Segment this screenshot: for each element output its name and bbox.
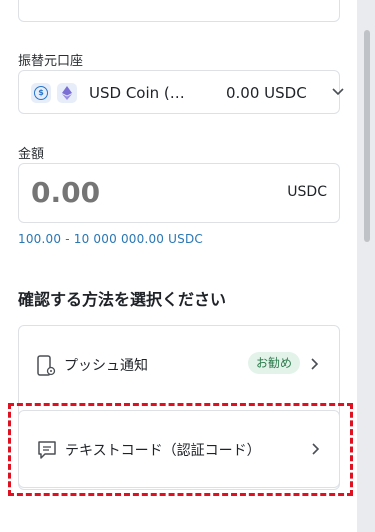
chevron-right-icon — [311, 358, 319, 370]
method-push-notification[interactable]: プッシュ通知 お勧め — [18, 325, 340, 405]
method-label: プッシュ通知 — [64, 358, 148, 374]
amount-unit: USDC — [287, 184, 327, 200]
amount-label: 金額 — [18, 147, 45, 162]
account-label: 振替元口座 — [18, 54, 84, 69]
scrollbar-thumb[interactable] — [364, 30, 370, 242]
message-icon — [38, 441, 56, 459]
account-name: USD Coin (… — [89, 84, 185, 102]
amount-input[interactable] — [31, 176, 251, 209]
chevron-down-icon — [332, 88, 344, 96]
account-balance: 0.00 USDC — [226, 84, 307, 102]
verification-title: 確認する方法を選択ください — [18, 290, 227, 309]
recommended-badge: お勧め — [248, 352, 301, 374]
method-text-code[interactable]: テキストコード（認証コード） — [18, 410, 340, 488]
amount-field[interactable]: USDC — [18, 163, 340, 223]
amount-range-hint: 100.00 - 10 000 000.00 USDC — [18, 232, 203, 246]
usd-coin-icon: $ — [31, 83, 51, 103]
transfer-page: 振替元口座 $ USD Coin (… 0.00 USDC 金額 USDC 10… — [0, 0, 375, 532]
method-label: テキストコード（認証コード） — [65, 443, 261, 459]
ethereum-icon — [57, 83, 77, 103]
chevron-right-icon — [312, 443, 320, 455]
previous-field-card — [18, 0, 340, 22]
phone-notification-icon — [37, 355, 56, 376]
source-account-select[interactable]: $ USD Coin (… 0.00 USDC — [18, 70, 344, 114]
